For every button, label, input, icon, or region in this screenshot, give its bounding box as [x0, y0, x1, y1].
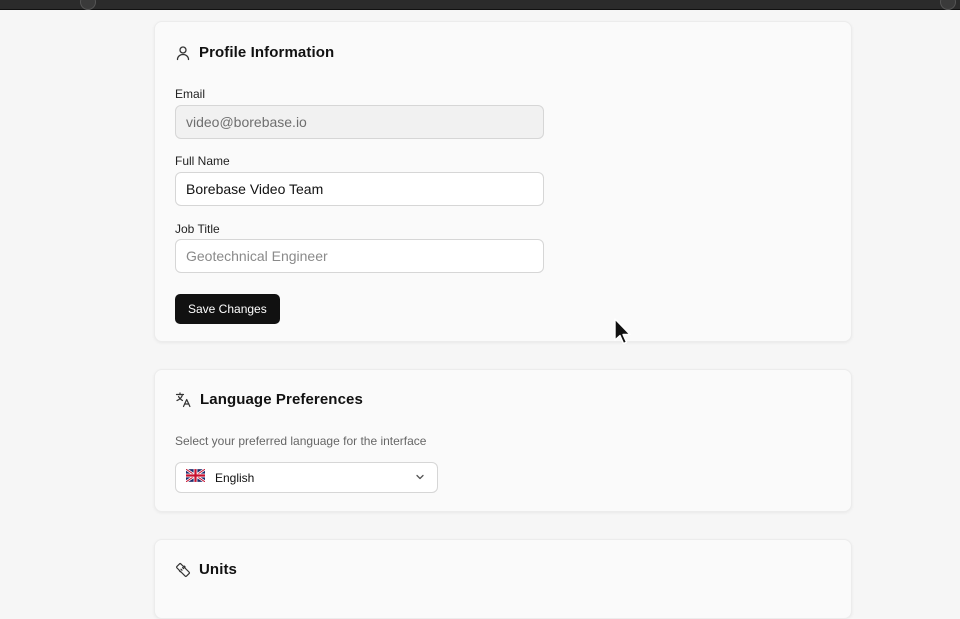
job-title-label: Job Title: [175, 222, 220, 236]
language-select[interactable]: English: [175, 462, 438, 493]
job-title-field[interactable]: [175, 239, 544, 273]
language-selected-value: English: [215, 470, 255, 485]
ruler-icon: [175, 562, 191, 578]
browser-top-bar: [0, 0, 960, 10]
profile-card-header: Profile Information: [175, 44, 334, 61]
window-control[interactable]: [940, 0, 956, 10]
language-description: Select your preferred language for the i…: [175, 434, 427, 448]
full-name-label: Full Name: [175, 154, 230, 168]
window-control[interactable]: [80, 0, 96, 10]
units-card: Units: [154, 539, 852, 619]
save-changes-button[interactable]: Save Changes: [175, 294, 280, 324]
email-field[interactable]: [175, 105, 544, 139]
email-label: Email: [175, 87, 206, 101]
language-card-header: Language Preferences: [175, 391, 363, 408]
chevron-down-icon: [415, 469, 425, 487]
units-card-header: Units: [175, 561, 237, 578]
user-icon: [175, 45, 191, 61]
uk-flag-icon: [185, 467, 206, 487]
units-card-title: Units: [199, 561, 237, 578]
translate-icon: [175, 391, 192, 408]
profile-information-card: Profile Information Email Full Name Job …: [154, 21, 852, 342]
full-name-field[interactable]: [175, 172, 544, 206]
profile-card-title: Profile Information: [199, 44, 335, 61]
language-card-title: Language Preferences: [200, 391, 363, 408]
language-preferences-card: Language Preferences Select your preferr…: [154, 369, 852, 512]
